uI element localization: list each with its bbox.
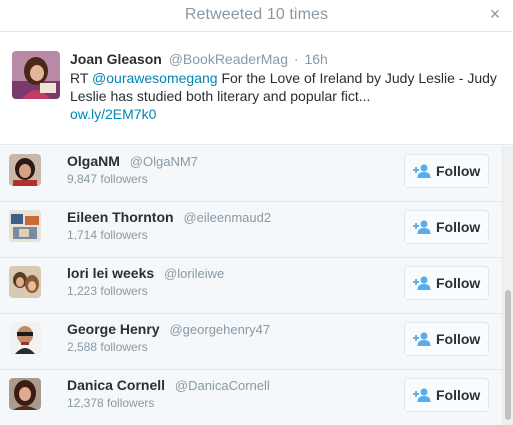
follower-count: 2,588 followers <box>67 340 148 354</box>
follow-button[interactable]: Follow <box>404 266 489 300</box>
list-item: lori lei weeks @lorileiwe 1,223 follower… <box>0 258 502 314</box>
modal-header: Retweeted 10 times × <box>0 0 513 32</box>
user-handle[interactable]: @eileenmaud2 <box>183 210 271 225</box>
add-user-icon <box>413 332 431 346</box>
follow-button-label: Follow <box>436 275 481 291</box>
list-item: Danica Cornell @DanicaCornell 12,378 fol… <box>0 370 502 425</box>
user-name[interactable]: Eileen Thornton <box>67 209 174 225</box>
user-name-line: George Henry @georgehenry47 <box>67 320 270 339</box>
follower-count: 1,714 followers <box>67 228 148 242</box>
avatar[interactable] <box>9 154 41 186</box>
mention-link[interactable]: @ourawesomegang <box>92 70 218 86</box>
separator-dot: · <box>293 51 299 67</box>
add-user-icon <box>413 164 431 178</box>
list-item: George Henry @georgehenry47 2,588 follow… <box>0 314 502 370</box>
tweet-header: Joan Gleason @BookReaderMag · 16h <box>70 50 502 68</box>
follow-button-label: Follow <box>436 387 481 403</box>
user-name-line: Eileen Thornton @eileenmaud2 <box>67 208 271 227</box>
follow-button-label: Follow <box>436 331 481 347</box>
follow-button[interactable]: Follow <box>404 210 489 244</box>
tweet-url-link[interactable]: ow.ly/2EM7k0 <box>70 106 156 122</box>
follower-count: 9,847 followers <box>67 172 148 186</box>
close-icon[interactable]: × <box>487 4 503 24</box>
user-handle[interactable]: @lorileiwe <box>164 266 224 281</box>
avatar[interactable] <box>9 322 41 354</box>
original-tweet: Joan Gleason @BookReaderMag · 16h RT @ou… <box>0 33 513 145</box>
user-name[interactable]: OlgaNM <box>67 153 120 169</box>
avatar[interactable] <box>9 378 41 410</box>
follow-button-label: Follow <box>436 163 481 179</box>
add-user-icon <box>413 220 431 234</box>
scrollbar[interactable] <box>502 146 513 425</box>
user-handle[interactable]: @OlgaNM7 <box>130 154 198 169</box>
user-name[interactable]: lori lei weeks <box>67 265 154 281</box>
avatar[interactable] <box>9 266 41 298</box>
avatar[interactable] <box>9 210 41 242</box>
tweet-author-handle[interactable]: @BookReaderMag <box>169 51 288 67</box>
user-name-line: lori lei weeks @lorileiwe <box>67 264 224 283</box>
user-name-line: OlgaNM @OlgaNM7 <box>67 152 198 171</box>
retweeters-list: OlgaNM @OlgaNM7 9,847 followers Follow E… <box>0 146 502 425</box>
user-name[interactable]: George Henry <box>67 321 160 337</box>
user-name[interactable]: Danica Cornell <box>67 377 165 393</box>
add-user-icon <box>413 388 431 402</box>
follower-count: 1,223 followers <box>67 284 148 298</box>
user-handle[interactable]: @DanicaCornell <box>175 378 270 393</box>
list-item: OlgaNM @OlgaNM7 9,847 followers Follow <box>0 146 502 202</box>
scrollbar-thumb[interactable] <box>505 290 511 420</box>
tweet-timestamp[interactable]: 16h <box>304 51 327 67</box>
follow-button[interactable]: Follow <box>404 154 489 188</box>
tweet-body: Joan Gleason @BookReaderMag · 16h RT @ou… <box>70 50 502 123</box>
add-user-icon <box>413 276 431 290</box>
tweet-text: RT @ourawesomegang For the Love of Irela… <box>70 69 502 123</box>
modal-title: Retweeted 10 times <box>184 6 329 23</box>
tweet-author-name[interactable]: Joan Gleason <box>70 51 162 67</box>
follow-button[interactable]: Follow <box>404 322 489 356</box>
follow-button[interactable]: Follow <box>404 378 489 412</box>
list-item: Eileen Thornton @eileenmaud2 1,714 follo… <box>0 202 502 258</box>
follow-button-label: Follow <box>436 219 481 235</box>
avatar[interactable] <box>12 51 60 99</box>
user-name-line: Danica Cornell @DanicaCornell <box>67 376 270 395</box>
tweet-text-prefix: RT <box>70 70 93 86</box>
user-handle[interactable]: @georgehenry47 <box>169 322 270 337</box>
follower-count: 12,378 followers <box>67 396 155 410</box>
